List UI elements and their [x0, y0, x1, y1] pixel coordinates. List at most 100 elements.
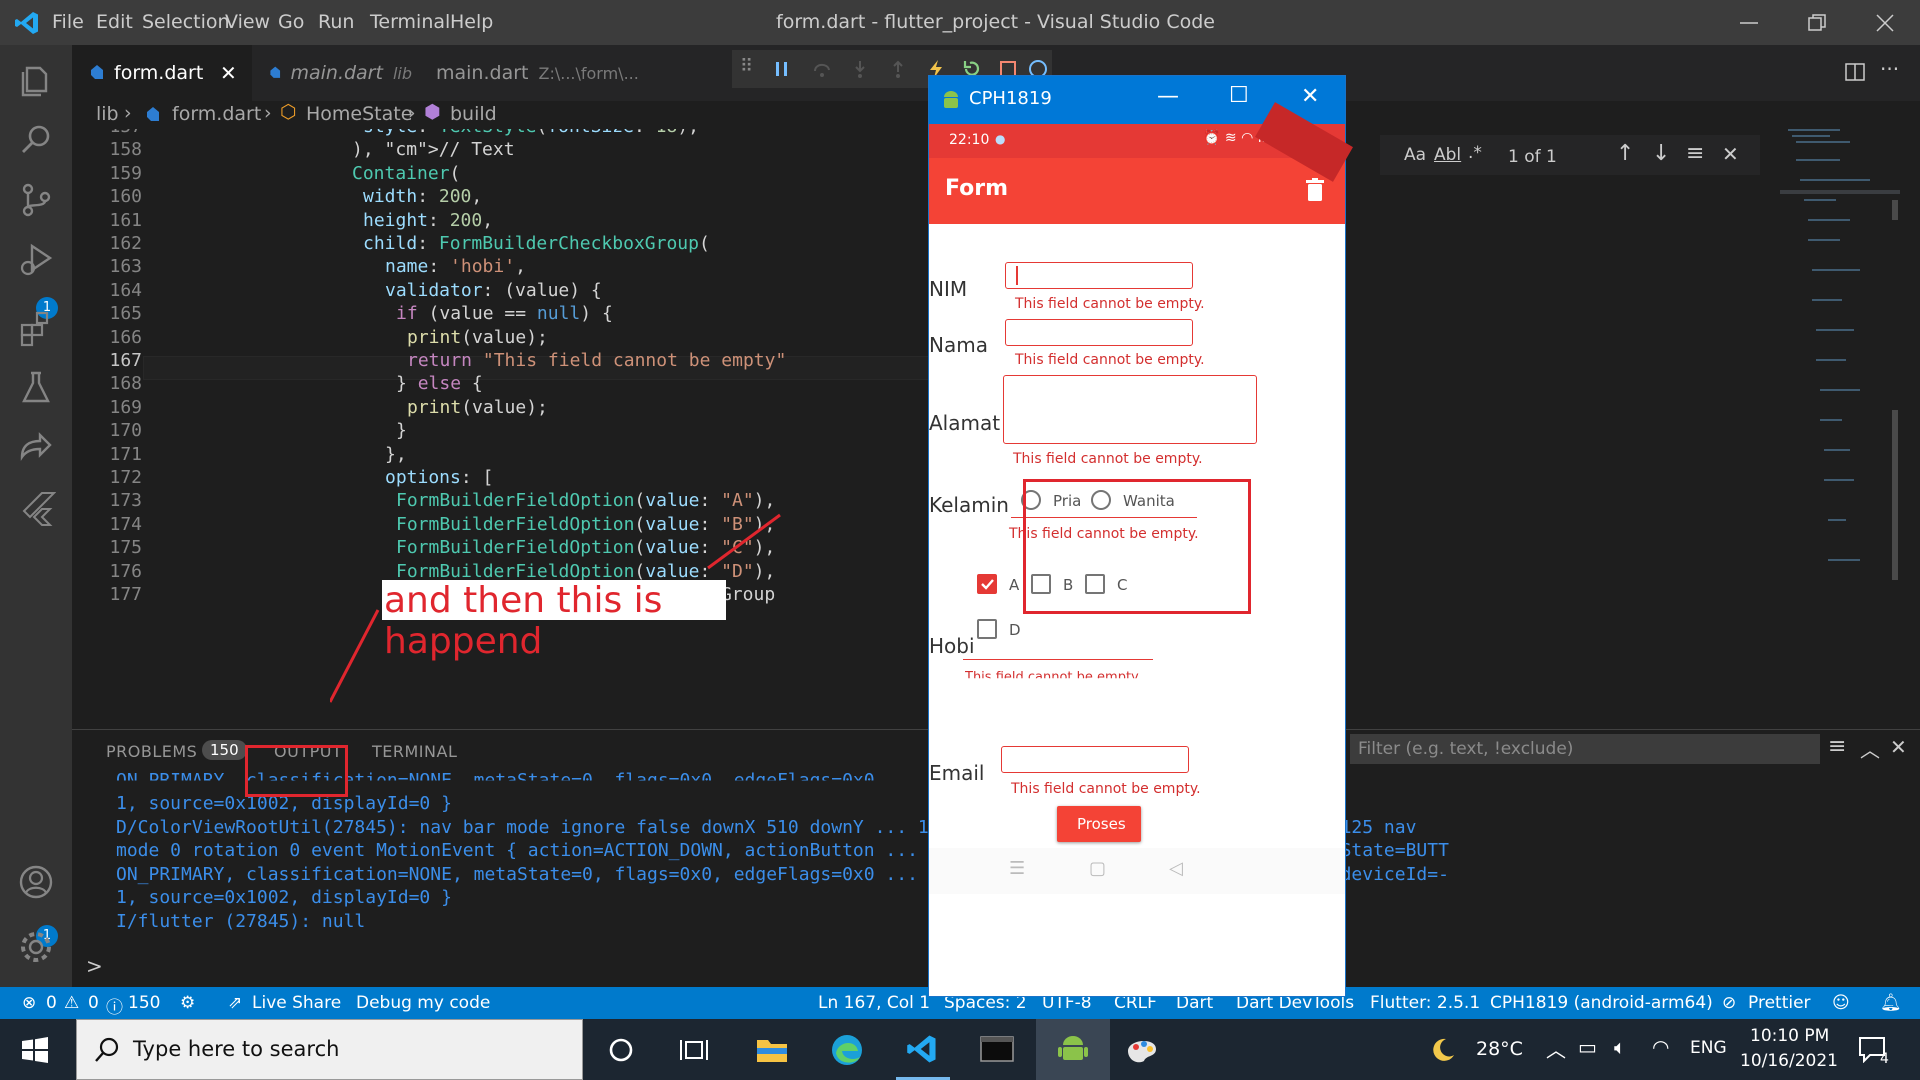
close-find-icon[interactable]: ✕ [1722, 142, 1739, 166]
match-case-toggle[interactable]: Aa [1404, 145, 1426, 165]
regex-toggle[interactable]: .* [1468, 143, 1482, 163]
info-icon[interactable]: ⓘ [106, 993, 123, 1018]
notifications-bell-icon[interactable]: 🔔︎ [1880, 993, 1902, 1013]
nama-input[interactable] [1005, 319, 1193, 346]
flutter-icon[interactable] [16, 487, 56, 527]
feedback-icon[interactable]: ☺ [1832, 993, 1850, 1013]
tab-close-icon[interactable]: ✕ [220, 61, 237, 85]
step-out-icon[interactable] [888, 59, 908, 79]
terminal-prompt[interactable]: > [86, 954, 103, 978]
account-icon[interactable] [16, 862, 56, 902]
paint-app-icon[interactable] [1124, 1033, 1160, 1065]
proses-button[interactable]: Proses [1057, 806, 1141, 842]
windows-start-icon[interactable] [22, 1037, 48, 1063]
find-in-selection-icon[interactable]: ≡ [1686, 141, 1704, 166]
tab-main-dart-lib[interactable]: main.dart lib [252, 45, 412, 101]
breadcrumb-method[interactable]: build [450, 103, 497, 125]
extensions-icon[interactable] [16, 307, 56, 347]
errors-count[interactable]: 0 [46, 993, 57, 1013]
whole-word-toggle[interactable]: Abl [1434, 145, 1461, 165]
restore-icon[interactable] [1806, 12, 1828, 34]
close-panel-icon[interactable]: ✕ [1890, 735, 1907, 759]
search-icon[interactable] [16, 120, 56, 160]
errors-icon[interactable]: ⊗ [22, 993, 36, 1013]
nim-input[interactable] [1005, 262, 1193, 289]
show-hidden-icons-icon[interactable]: ︿ [1546, 1034, 1566, 1063]
cursor-position[interactable]: Ln 167, Col 1 [818, 993, 930, 1013]
tab-problems[interactable]: PROBLEMS [106, 742, 197, 761]
task-view-icon[interactable] [680, 1037, 708, 1063]
email-input[interactable] [1001, 746, 1189, 773]
back-icon[interactable]: ◁ [1169, 858, 1183, 879]
minimize-icon[interactable] [1738, 12, 1760, 34]
split-editor-icon[interactable] [1844, 61, 1866, 83]
input-language[interactable]: ENG [1690, 1038, 1727, 1058]
file-explorer-icon[interactable] [756, 1035, 788, 1063]
weather-temp[interactable]: 28°C [1476, 1038, 1523, 1060]
warnings-count[interactable]: 0 [88, 993, 99, 1013]
menu-file[interactable]: File [52, 11, 84, 33]
menu-edit[interactable]: Edit [96, 11, 133, 33]
breadcrumb-lib[interactable]: lib [96, 103, 119, 125]
live-share-button[interactable]: Live Share [252, 993, 341, 1013]
prettier-button[interactable]: Prettier [1748, 993, 1811, 1013]
close-icon[interactable]: ✕ [1301, 84, 1319, 109]
filter-input[interactable]: Filter (e.g. text, !exclude) [1350, 734, 1820, 764]
weather-moon-icon[interactable] [1430, 1037, 1456, 1063]
terminal-app-icon[interactable] [980, 1035, 1014, 1063]
clock-time[interactable]: 10:10 PM [1750, 1026, 1829, 1046]
checkbox-a-label: A [1009, 576, 1020, 594]
menu-help[interactable]: Help [450, 11, 493, 33]
info-count[interactable]: 150 [128, 993, 160, 1013]
clock-date[interactable]: 10/16/2021 [1740, 1051, 1838, 1071]
menu-selection[interactable]: Selection [142, 11, 230, 33]
step-into-icon[interactable] [850, 59, 870, 79]
checkbox-a[interactable] [977, 574, 997, 594]
device-selector[interactable]: CPH1819 (android-arm64) [1490, 993, 1713, 1013]
battery-icon[interactable]: ▭ [1578, 1035, 1597, 1059]
menu-run[interactable]: Run [318, 11, 354, 33]
step-over-icon[interactable] [812, 59, 832, 79]
minimize-icon[interactable]: — [1157, 84, 1179, 109]
breadcrumb-file[interactable]: form.dart [172, 103, 261, 125]
breadcrumb-class[interactable]: HomeState [306, 103, 412, 125]
previous-match-icon[interactable]: ↑ [1616, 141, 1634, 166]
wifi-icon[interactable]: ◠ [1652, 1035, 1669, 1059]
tab-terminal[interactable]: TERMINAL [372, 742, 457, 761]
live-share-icon[interactable] [16, 427, 56, 467]
home-icon[interactable]: ▢ [1089, 858, 1106, 879]
delete-icon[interactable] [1305, 178, 1325, 202]
warnings-icon[interactable]: ⚠ [64, 993, 79, 1013]
volume-icon[interactable]: 🔈︎ [1614, 1035, 1626, 1059]
tab-form-dart[interactable]: form.dart ✕ [72, 45, 252, 101]
debug-console-icon[interactable]: ⚙ [180, 993, 195, 1013]
more-actions-icon[interactable]: ··· [1880, 57, 1899, 81]
testing-icon[interactable] [16, 367, 56, 407]
explorer-icon[interactable] [16, 60, 56, 100]
maximize-icon[interactable]: ☐ [1229, 83, 1249, 108]
menu-view[interactable]: View [225, 11, 270, 33]
next-match-icon[interactable]: ↓ [1652, 141, 1670, 166]
maximize-panel-icon[interactable]: ︿ [1860, 734, 1880, 763]
emulator-taskbar-item[interactable] [1036, 1019, 1110, 1080]
minimap[interactable] [1780, 120, 1900, 720]
menu-terminal[interactable]: Terminal [370, 11, 450, 33]
vscode-taskbar-icon[interactable] [906, 1033, 938, 1065]
alamat-input[interactable] [1003, 375, 1257, 444]
taskbar-search-box[interactable]: Type here to search [76, 1019, 583, 1080]
pause-icon[interactable] [772, 59, 792, 79]
debug-my-code-button[interactable]: Debug my code [356, 993, 490, 1013]
source-control-icon[interactable] [16, 180, 56, 220]
recent-apps-icon[interactable]: ☰ [1009, 858, 1025, 879]
menu-go[interactable]: Go [278, 11, 304, 33]
close-icon[interactable] [1874, 12, 1896, 34]
checkbox-d[interactable] [977, 619, 997, 639]
word-wrap-icon[interactable]: ≡ [1828, 734, 1846, 759]
tab-main-dart-form[interactable]: main.dart Z:\...\form\... [412, 45, 639, 101]
flutter-version[interactable]: Flutter: 2.5.1 [1370, 993, 1480, 1013]
run-debug-icon[interactable] [16, 240, 56, 280]
drag-handle-icon[interactable]: ⠿ [740, 56, 753, 77]
edge-browser-icon[interactable] [830, 1033, 864, 1067]
cortana-icon[interactable] [608, 1037, 634, 1063]
settings-gear-icon[interactable] [16, 927, 56, 967]
